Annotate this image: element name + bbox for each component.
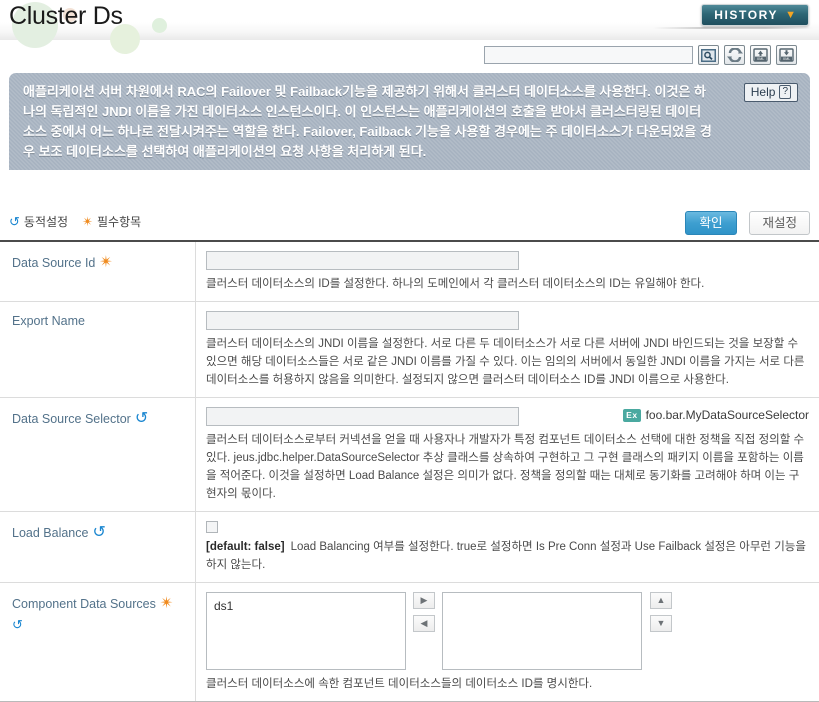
search-icon-button[interactable] [698, 45, 719, 65]
form-row-export-name: Export Name 클러스터 데이터소스의 JNDI 이름을 설정한다. 서… [0, 302, 819, 398]
field-label: Data Source Id [12, 256, 96, 270]
move-left-button[interactable]: ◀ [413, 615, 435, 632]
svg-text:XML: XML [757, 57, 764, 61]
field-label: Export Name [12, 314, 85, 328]
reorder-buttons: ▲ ▼ [650, 592, 672, 632]
asterisk-icon: ✴ [82, 214, 93, 229]
form-row-data-source-id: Data Source Id ✴ 클러스터 데이터소스의 ID를 설정한다. 하나… [0, 242, 819, 302]
settings-form: Data Source Id ✴ 클러스터 데이터소스의 ID를 설정한다. 하나… [0, 240, 819, 702]
dual-list-selector: ds1 ▶ ◀ ▲ ▼ [206, 592, 809, 670]
form-value-cell: ds1 ▶ ◀ ▲ ▼ 클러스터 데이터소스에 속한 컴포넌트 데이터소스들의 … [196, 583, 819, 701]
form-label-cell: Data Source Id ✴ [0, 242, 196, 301]
form-toolbar: ↺ 동적설정 ✴ 필수항목 확인 재설정 [0, 205, 819, 241]
example-badge: Ex [623, 408, 641, 422]
field-description: 클러스터 데이터소스의 JNDI 이름을 설정한다. 서로 다른 두 데이터소스… [206, 338, 805, 386]
form-value-cell: [default: false] Load Balancing 여부를 설정한다.… [196, 512, 819, 582]
form-value-cell: Ex foo.bar.MyDataSourceSelector 클러스터 데이터… [196, 398, 819, 511]
history-button[interactable]: HISTORY ▼ [701, 4, 809, 26]
selected-list[interactable] [442, 592, 642, 670]
dynamic-refresh-icon: ↺ [134, 410, 149, 427]
move-right-button[interactable]: ▶ [413, 592, 435, 609]
reset-button[interactable]: 재설정 [749, 211, 810, 235]
field-label: Data Source Selector [12, 412, 131, 426]
field-label: Component Data Sources [12, 597, 156, 611]
field-label: Load Balance [12, 526, 89, 540]
xml-download-icon-button[interactable]: XML [776, 45, 797, 65]
example-value: foo.bar.MyDataSourceSelector [645, 408, 809, 422]
form-label-cell: Component Data Sources ✴ ↺ [0, 583, 196, 701]
refresh-icon-button[interactable] [724, 45, 745, 65]
move-up-button[interactable]: ▲ [650, 592, 672, 609]
svg-text:XML: XML [783, 57, 790, 61]
example-hint: Ex foo.bar.MyDataSourceSelector [623, 408, 809, 422]
dynamic-refresh-icon: ↺ [12, 617, 23, 632]
form-label-cell: Load Balance ↺ [0, 512, 196, 582]
search-icon [701, 48, 716, 62]
move-down-button[interactable]: ▼ [650, 615, 672, 632]
form-row-component-data-sources: Component Data Sources ✴ ↺ ds1 ▶ ◀ ▲ ▼ 클러… [0, 583, 819, 702]
help-button[interactable]: Help ? [743, 83, 798, 102]
confirm-button[interactable]: 확인 [685, 211, 737, 235]
page-title: Cluster Ds [9, 2, 123, 30]
form-value-cell: 클러스터 데이터소스의 ID를 설정한다. 하나의 도메인에서 각 클러스터 데… [196, 242, 819, 301]
refresh-icon [726, 48, 743, 62]
legend-dynamic: ↺ 동적설정 [9, 213, 68, 230]
legend: ↺ 동적설정 ✴ 필수항목 [9, 213, 141, 230]
field-description: [default: false] Load Balancing 여부를 설정한다.… [206, 538, 809, 574]
load-balance-checkbox[interactable] [206, 521, 218, 533]
form-label-cell: Export Name [0, 302, 196, 397]
form-label-cell: Data Source Selector ↺ [0, 398, 196, 511]
field-description-text: Load Balancing 여부를 설정한다. true로 설정하면 Is P… [206, 541, 806, 571]
form-row-data-source-selector: Data Source Selector ↺ Ex foo.bar.MyDataS… [0, 398, 819, 512]
xml-upload-icon: XML [753, 48, 768, 62]
search-input[interactable] [484, 46, 693, 64]
page-header: Cluster Ds HISTORY ▼ [0, 0, 819, 54]
field-description: 클러스터 데이터소스로부터 커넥션을 얻을 때 사용자나 개발자가 특정 컴포넌… [206, 434, 805, 500]
legend-required-label: 필수항목 [96, 215, 142, 229]
history-underline [653, 27, 813, 29]
chevron-down-icon: ▼ [785, 8, 796, 21]
list-item[interactable]: ds1 [214, 598, 398, 614]
description-panel: 애플리케이션 서버 차원에서 RAC의 Failover 및 Failback기… [9, 73, 810, 170]
question-mark-icon: ? [779, 85, 791, 99]
xml-upload-icon-button[interactable]: XML [750, 45, 771, 65]
default-value-tag: [default: false] [206, 541, 285, 553]
legend-dynamic-label: 동적설정 [23, 215, 69, 229]
data-source-selector-input[interactable] [206, 407, 519, 426]
data-source-id-input[interactable] [206, 251, 519, 270]
xml-download-icon: XML [779, 48, 794, 62]
field-description: 클러스터 데이터소스에 속한 컴포넌트 데이터소스들의 데이터소스 ID를 명시… [206, 678, 593, 690]
transfer-buttons: ▶ ◀ [413, 592, 435, 632]
export-name-input[interactable] [206, 311, 519, 330]
dynamic-refresh-icon: ↺ [92, 524, 106, 541]
legend-required: ✴ 필수항목 [82, 213, 141, 230]
form-row-load-balance: Load Balance ↺ [default: false] Load Balan… [0, 512, 819, 583]
help-button-label: Help [750, 85, 776, 99]
required-asterisk-icon: ✴ [99, 254, 113, 271]
field-description: 클러스터 데이터소스의 ID를 설정한다. 하나의 도메인에서 각 클러스터 데… [206, 278, 705, 290]
decorative-circle-green-small [152, 18, 167, 33]
description-text: 애플리케이션 서버 차원에서 RAC의 Failover 및 Failback기… [23, 84, 712, 159]
form-value-cell: 클러스터 데이터소스의 JNDI 이름을 설정한다. 서로 다른 두 데이터소스… [196, 302, 819, 397]
dynamic-refresh-icon: ↺ [9, 214, 20, 229]
available-list[interactable]: ds1 [206, 592, 406, 670]
required-asterisk-icon: ✴ [159, 595, 174, 612]
history-button-label: HISTORY [714, 8, 779, 22]
